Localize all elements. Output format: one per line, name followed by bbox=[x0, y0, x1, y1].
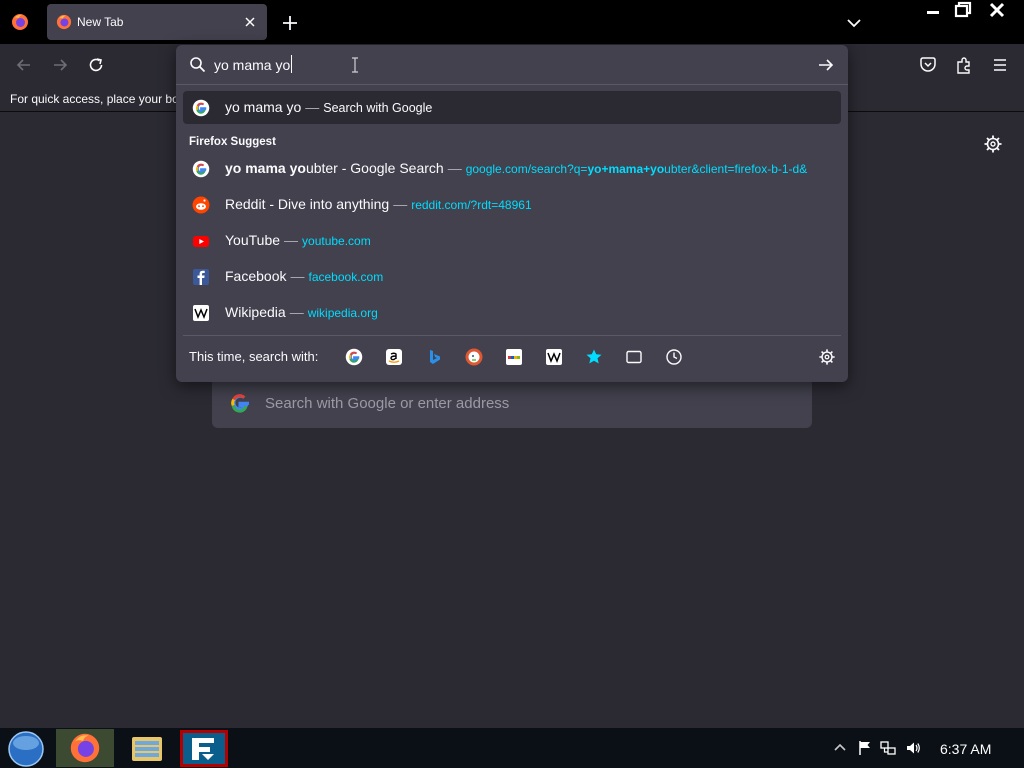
result-text: yo mama yo — Search with Google bbox=[225, 91, 833, 124]
result-row[interactable]: Wikipedia — wikipedia.org bbox=[183, 296, 841, 329]
minimize-icon[interactable] bbox=[922, 2, 944, 20]
close-icon[interactable] bbox=[241, 13, 259, 31]
separator: — bbox=[290, 268, 305, 284]
chevron-up-icon[interactable] bbox=[832, 740, 848, 756]
go-arrow-icon[interactable] bbox=[816, 55, 836, 75]
separator: — bbox=[289, 304, 304, 320]
result-row[interactable]: Facebook — facebook.com bbox=[183, 260, 841, 293]
result-title-rest: ubter - Google Search bbox=[305, 160, 444, 176]
pocket-icon[interactable] bbox=[918, 55, 938, 75]
result-title: Reddit - Dive into anything bbox=[225, 196, 390, 212]
firefox-icon[interactable] bbox=[11, 13, 29, 31]
ebay-icon[interactable] bbox=[505, 348, 523, 366]
google-icon bbox=[192, 160, 210, 178]
separator: — bbox=[284, 232, 299, 248]
result-row[interactable]: yo mama youbter - Google Search — google.c… bbox=[183, 152, 841, 185]
new-tab-search-box[interactable]: Search with Google or enter address bbox=[212, 378, 812, 428]
result-title: yo mama youbter - Google Search bbox=[225, 160, 444, 176]
result-url: reddit.com/?rdt=48961 bbox=[411, 198, 532, 212]
firefox-icon bbox=[70, 733, 100, 763]
result-url: google.com/search?q=yo+mama+youbter&clie… bbox=[466, 162, 808, 176]
google-icon bbox=[231, 394, 249, 413]
result-title: Facebook bbox=[225, 268, 287, 284]
forward-arrow-icon[interactable] bbox=[50, 55, 70, 75]
urlbar-popup: yo mama yo—Search with Google Firefox Su… bbox=[176, 45, 848, 382]
taskbar-firefox-button[interactable] bbox=[56, 729, 114, 767]
network-icon[interactable] bbox=[880, 740, 896, 756]
restore-icon[interactable] bbox=[952, 0, 974, 20]
filezilla-icon bbox=[180, 730, 228, 767]
google-icon[interactable] bbox=[345, 348, 363, 366]
extensions-icon[interactable] bbox=[954, 55, 974, 75]
hamburger-menu-icon[interactable] bbox=[990, 55, 1010, 75]
result-title: yo mama yo bbox=[225, 99, 302, 115]
gear-icon[interactable] bbox=[818, 348, 836, 366]
wikipedia-icon[interactable] bbox=[545, 348, 563, 366]
firefox-icon bbox=[56, 14, 72, 30]
result-url: wikipedia.org bbox=[307, 306, 378, 320]
result-text: Reddit - Dive into anything — reddit.com/?… bbox=[225, 188, 833, 221]
taskbar-filezilla-button[interactable] bbox=[176, 729, 234, 767]
urlbar-input-row bbox=[176, 45, 848, 85]
result-url-rest: ubter&client=firefox-b-1-d& bbox=[664, 162, 808, 176]
volume-icon[interactable] bbox=[905, 740, 921, 756]
history-icon[interactable] bbox=[665, 348, 683, 366]
tab-new-tab[interactable]: New Tab bbox=[47, 4, 267, 40]
new-tab-plus-icon[interactable] bbox=[280, 13, 300, 33]
google-icon bbox=[192, 99, 210, 117]
address-input[interactable] bbox=[214, 55, 774, 75]
action-center-flag-icon[interactable] bbox=[857, 740, 873, 756]
result-action: Search with Google bbox=[323, 101, 433, 115]
taskbar-file-explorer-button[interactable] bbox=[118, 729, 176, 767]
result-text: Facebook — facebook.com bbox=[225, 260, 833, 293]
bing-icon[interactable] bbox=[425, 348, 443, 366]
facebook-icon bbox=[193, 269, 209, 285]
file-explorer-icon bbox=[132, 737, 162, 761]
one-off-label: This time, search with: bbox=[189, 349, 319, 364]
result-title-match: yo mama yo bbox=[225, 160, 306, 176]
bookmarks-star-icon[interactable] bbox=[585, 348, 603, 366]
result-row[interactable]: YouTube — youtube.com bbox=[183, 224, 841, 257]
search-placeholder: Search with Google or enter address bbox=[265, 395, 510, 412]
wikipedia-icon bbox=[193, 305, 209, 321]
result-url: facebook.com bbox=[308, 270, 384, 284]
firefox-window: New Tab For quick access, place your Sea… bbox=[0, 0, 1024, 768]
one-off-search-buttons: This time, search with: bbox=[183, 335, 841, 375]
chevron-down-icon[interactable] bbox=[844, 13, 864, 33]
search-icon bbox=[190, 57, 206, 73]
result-url: youtube.com bbox=[302, 234, 371, 248]
separator: — bbox=[393, 196, 408, 212]
result-title: YouTube bbox=[225, 232, 281, 248]
taskbar-clock[interactable]: 6:37 AM bbox=[940, 741, 991, 757]
taskbar: 6:37 AM bbox=[0, 728, 1024, 768]
amazon-icon[interactable] bbox=[385, 348, 403, 366]
result-text: yo mama youbter - Google Search — google.c… bbox=[225, 152, 833, 185]
tab-strip: New Tab bbox=[0, 0, 1024, 44]
ibeam-cursor-icon bbox=[352, 57, 358, 73]
reddit-icon bbox=[192, 196, 210, 214]
separator: — bbox=[447, 160, 462, 176]
tab-title: New Tab bbox=[77, 15, 124, 29]
group-label-firefox-suggest: Firefox Suggest bbox=[189, 136, 276, 148]
result-text: YouTube — youtube.com bbox=[225, 224, 833, 257]
result-row[interactable]: Reddit - Dive into anything — reddit.com/?… bbox=[183, 188, 841, 221]
result-title: Wikipedia bbox=[225, 304, 286, 320]
reload-icon[interactable] bbox=[86, 55, 106, 75]
text-caret bbox=[291, 55, 292, 73]
youtube-icon bbox=[193, 236, 209, 247]
result-row-heuristic[interactable]: yo mama yo — Search with Google bbox=[183, 91, 841, 124]
tabs-icon[interactable] bbox=[625, 348, 643, 366]
separator: — bbox=[305, 99, 320, 115]
close-window-icon[interactable] bbox=[986, 0, 1008, 20]
gear-icon[interactable] bbox=[983, 134, 1003, 154]
result-url-match: yo+mama+yo bbox=[587, 162, 665, 176]
result-text: Wikipedia — wikipedia.org bbox=[225, 296, 833, 329]
back-arrow-icon[interactable] bbox=[14, 55, 34, 75]
start-orb-icon[interactable] bbox=[6, 730, 46, 768]
duckduckgo-icon[interactable] bbox=[465, 348, 483, 366]
result-url-prefix: google.com/search?q= bbox=[465, 162, 588, 176]
